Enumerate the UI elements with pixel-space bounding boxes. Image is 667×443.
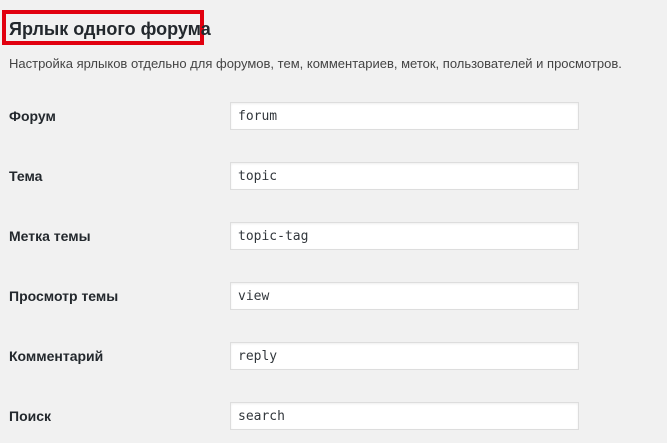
field-label-search: Поиск <box>9 408 52 424</box>
form-row-search: Поиск <box>0 402 667 432</box>
forum-slug-input[interactable] <box>230 102 579 130</box>
field-label-topic: Тема <box>9 168 43 184</box>
topic-view-slug-input[interactable] <box>230 282 579 310</box>
form-row-reply: Комментарий <box>0 342 667 372</box>
field-label-forum: Форум <box>9 108 56 124</box>
topic-tag-slug-input[interactable] <box>230 222 579 250</box>
section-description: Настройка ярлыков отдельно для форумов, … <box>9 56 622 71</box>
topic-slug-input[interactable] <box>230 162 579 190</box>
section-title: Ярлык одного форума <box>9 19 211 39</box>
search-slug-input[interactable] <box>230 402 579 430</box>
reply-slug-input[interactable] <box>230 342 579 370</box>
form-row-topic-view: Просмотр темы <box>0 282 667 312</box>
form-row-topic-tag: Метка темы <box>0 222 667 252</box>
form-row-topic: Тема <box>0 162 667 192</box>
form-row-forum: Форум <box>0 102 667 132</box>
field-label-topic-view: Просмотр темы <box>9 288 119 304</box>
field-label-topic-tag: Метка темы <box>9 228 91 244</box>
field-label-reply: Комментарий <box>9 348 104 364</box>
